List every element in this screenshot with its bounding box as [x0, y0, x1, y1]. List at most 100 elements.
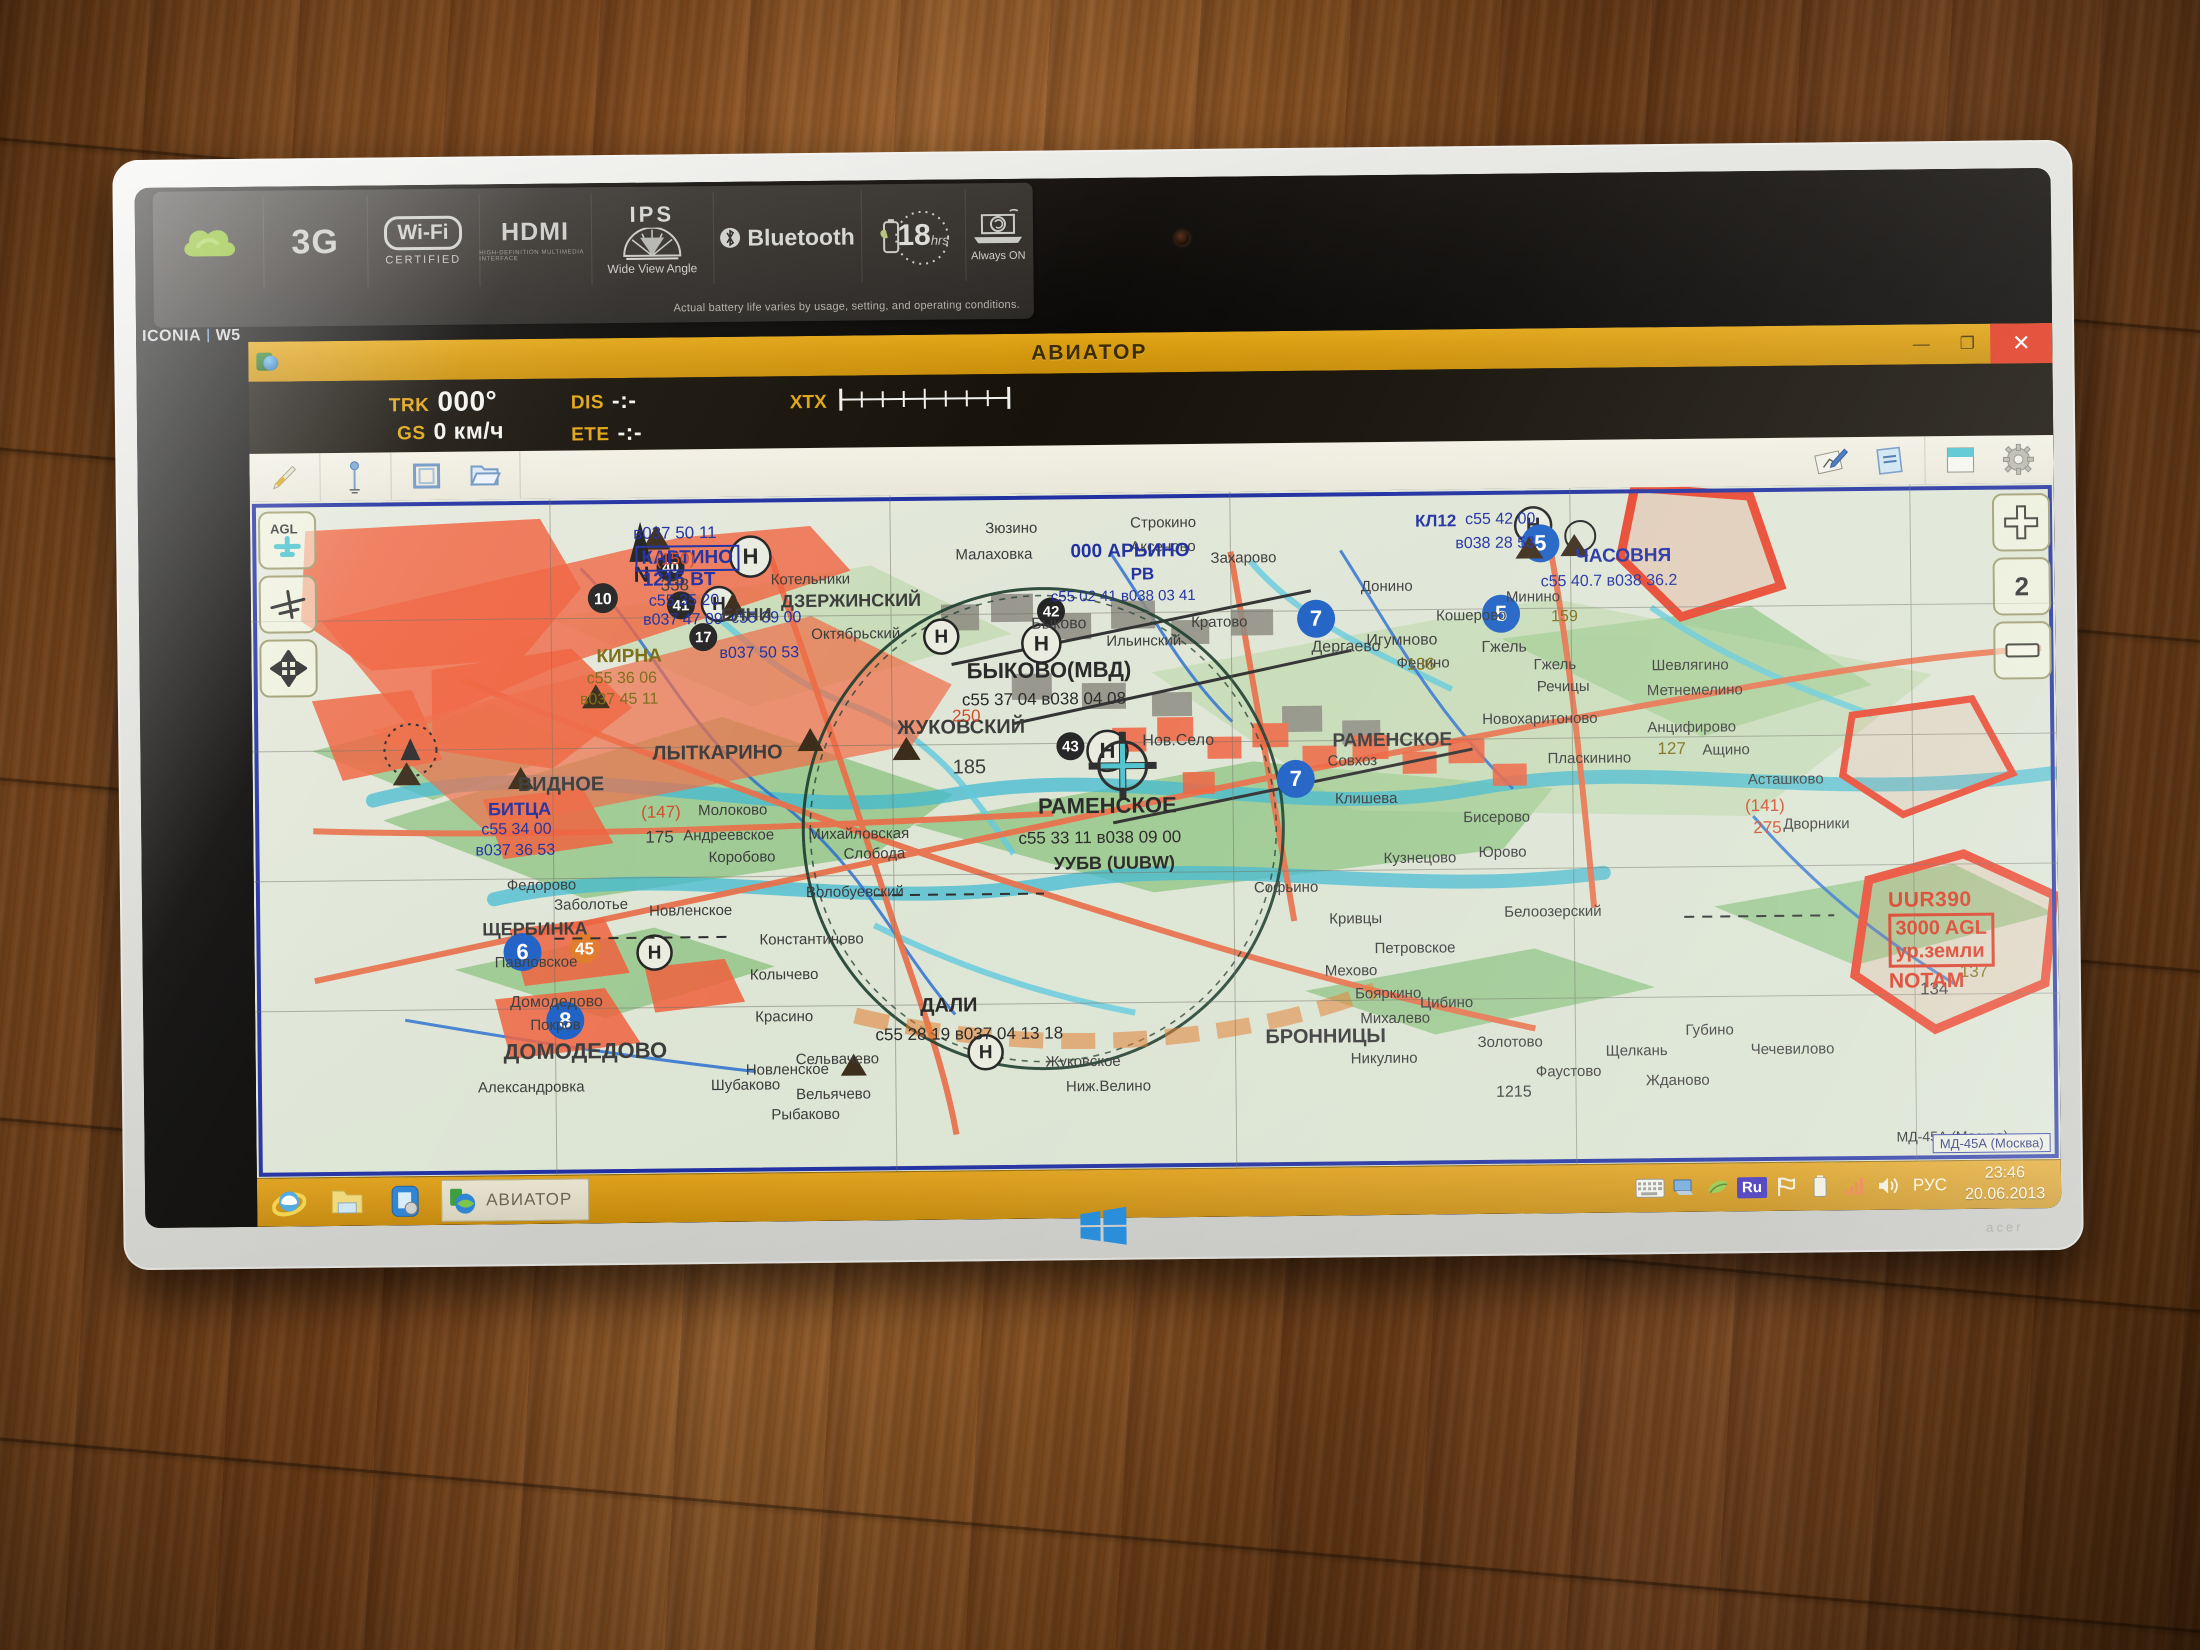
trk-label: TRK	[388, 394, 430, 417]
map-label: БРОННИЦЫ	[1265, 1025, 1387, 1049]
svg-text:Н: Н	[648, 943, 662, 964]
xtx-label: XTX	[789, 391, 827, 414]
map-controls-left: AGL	[257, 511, 318, 704]
top-bezel: 3G Wi-Fi CERTIFIED HDMI HIGH-DEFINITION …	[134, 167, 2053, 347]
front-camera	[1175, 231, 1190, 246]
close-button[interactable]: ✕	[1990, 322, 2053, 364]
map-label: Покров	[530, 1016, 581, 1034]
map-label: (150)	[655, 549, 696, 569]
ete-field: ETE -:-	[571, 419, 642, 447]
minimize-button[interactable]: —	[1898, 324, 1944, 364]
battery-tray-icon[interactable]	[1803, 1164, 1837, 1208]
signal-bars-tray-icon[interactable]	[1837, 1164, 1871, 1208]
toolbar-group-settings	[1924, 434, 2054, 485]
taskbar-clock[interactable]: 23:46 20.06.2013	[1955, 1163, 2056, 1206]
taskbar-active-window-button[interactable]: АВИАТОР	[440, 1178, 590, 1222]
map-label: 338	[660, 575, 690, 595]
device-settings-taskbar-button[interactable]	[379, 1179, 431, 1224]
edit-route-button[interactable]	[1802, 439, 1860, 484]
battery-18hrs-badge: 18hrs	[860, 189, 967, 283]
map-controls-right: 2	[1991, 493, 2052, 686]
volume-speaker-tray-icon[interactable]	[1871, 1164, 1905, 1208]
svg-text:Н: Н	[1099, 738, 1115, 763]
aeronautical-map[interactable]: Н Н Н Н Н Н Н Н 7 5 5 7 6 8 45 10 40 41 …	[249, 482, 2061, 1179]
map-label: Новленское	[649, 901, 733, 920]
map-label: Красино	[755, 1008, 814, 1026]
trk-field: TRK 000°	[389, 385, 498, 418]
map-label: Губино	[1685, 1021, 1734, 1039]
map-airports-button[interactable]	[258, 575, 318, 634]
explorer-taskbar-button[interactable]	[321, 1180, 373, 1225]
nvidia-leaf-tray-icon[interactable]	[1701, 1165, 1735, 1209]
map-label: Кратово	[1191, 613, 1248, 632]
pencil-tool-button[interactable]	[255, 455, 313, 500]
windows-home-button[interactable]	[1072, 1204, 1134, 1249]
svg-text:Н: Н	[1034, 633, 1049, 656]
selection-frame-button[interactable]	[397, 454, 455, 499]
language-indicator-tray-icon[interactable]: Ru	[1735, 1165, 1769, 1209]
map-label: 275	[1753, 817, 1782, 838]
map-label: Бисерово	[1463, 808, 1531, 827]
keyboard-language-label[interactable]: РУС	[1905, 1163, 1956, 1208]
map-label: РВ	[1130, 564, 1155, 584]
map-label: в038 28 53	[1455, 534, 1536, 553]
notebook-button[interactable]	[1860, 438, 1918, 483]
notam-tag: NOTAM	[1888, 968, 1965, 993]
tablet-screen: 3G Wi-Fi CERTIFIED HDMI HIGH-DEFINITION …	[134, 167, 2062, 1229]
map-label: ЛЫТКАРИНО	[652, 741, 783, 765]
map-label: Ниж.Велино	[1065, 1077, 1152, 1096]
left-bezel	[136, 341, 258, 1229]
map-label: Коробово	[708, 848, 776, 867]
map-label: КЛ12	[1414, 511, 1457, 531]
map-label: Жуковское	[1045, 1052, 1121, 1071]
map-label: Дворники	[1783, 815, 1850, 833]
map-label: Захарово	[1210, 549, 1277, 567]
map-label: с55 02 41 в038 03 41	[1050, 586, 1196, 606]
svg-text:7: 7	[1310, 606, 1323, 631]
map-label: Вельячево	[795, 1085, 871, 1104]
map-label: Ащино	[1702, 741, 1750, 759]
svg-text:Н: Н	[742, 544, 758, 569]
map-zoom-in-button[interactable]	[1991, 493, 2051, 552]
map-label: Мехово	[1324, 962, 1378, 980]
map-label: Петровское	[1374, 939, 1456, 958]
notam-note: ур.земли	[1895, 939, 1985, 963]
map-label: Золотово	[1477, 1033, 1543, 1052]
action-center-flag-icon[interactable]	[1769, 1165, 1803, 1209]
map-label: ЩЕРБИНКА	[482, 918, 588, 940]
panel-toggle-button[interactable]	[1931, 438, 1989, 483]
device-rear-brand: acer	[1986, 1219, 2024, 1235]
bluetooth-badge: Bluetooth	[712, 190, 863, 285]
svg-text:7: 7	[1290, 766, 1303, 791]
map-label: Донино	[1360, 577, 1413, 596]
map-label: Михайловская	[808, 824, 910, 844]
route-point-tool-button[interactable]	[326, 454, 384, 499]
map-pan-button[interactable]	[259, 639, 318, 698]
map-label: Павловское	[494, 953, 578, 972]
gs-value: 0 км/ч	[433, 417, 505, 444]
map-label: Метнемелино	[1646, 681, 1743, 700]
internet-explorer-taskbar-button[interactable]	[263, 1180, 315, 1225]
always-on-badge: Always ON	[965, 189, 1032, 282]
map-label: Константиново	[759, 930, 864, 949]
open-folder-button[interactable]	[455, 453, 513, 498]
onscreen-keyboard-tray-icon[interactable]	[1633, 1166, 1667, 1210]
network-tray-icon[interactable]	[1667, 1166, 1701, 1210]
tablet-device: 3G Wi-Fi CERTIFIED HDMI HIGH-DEFINITION …	[112, 139, 2084, 1271]
maximize-button[interactable]: ❐	[1944, 324, 1990, 364]
map-label: 185	[952, 756, 987, 779]
map-zoom-level[interactable]: 2	[1992, 557, 2052, 616]
map-label: Молоково	[697, 801, 768, 820]
map-label: Анцифирово	[1647, 718, 1737, 737]
svg-text:10: 10	[594, 591, 612, 608]
dis-value: -:-	[611, 386, 637, 414]
map-agl-button[interactable]: AGL	[257, 511, 317, 570]
map-layers-button[interactable]	[1993, 621, 2052, 680]
map-label: Чечевилово	[1750, 1040, 1835, 1059]
gear-icon[interactable]	[1989, 437, 2047, 482]
map-label: Кривцы	[1329, 910, 1383, 928]
map-label: Белоозерский	[1504, 902, 1602, 921]
spec-sticker: 3G Wi-Fi CERTIFIED HDMI HIGH-DEFINITION …	[152, 182, 1034, 328]
map-label: Заболотье	[553, 895, 629, 914]
map-label: Кошерово	[1435, 606, 1507, 625]
